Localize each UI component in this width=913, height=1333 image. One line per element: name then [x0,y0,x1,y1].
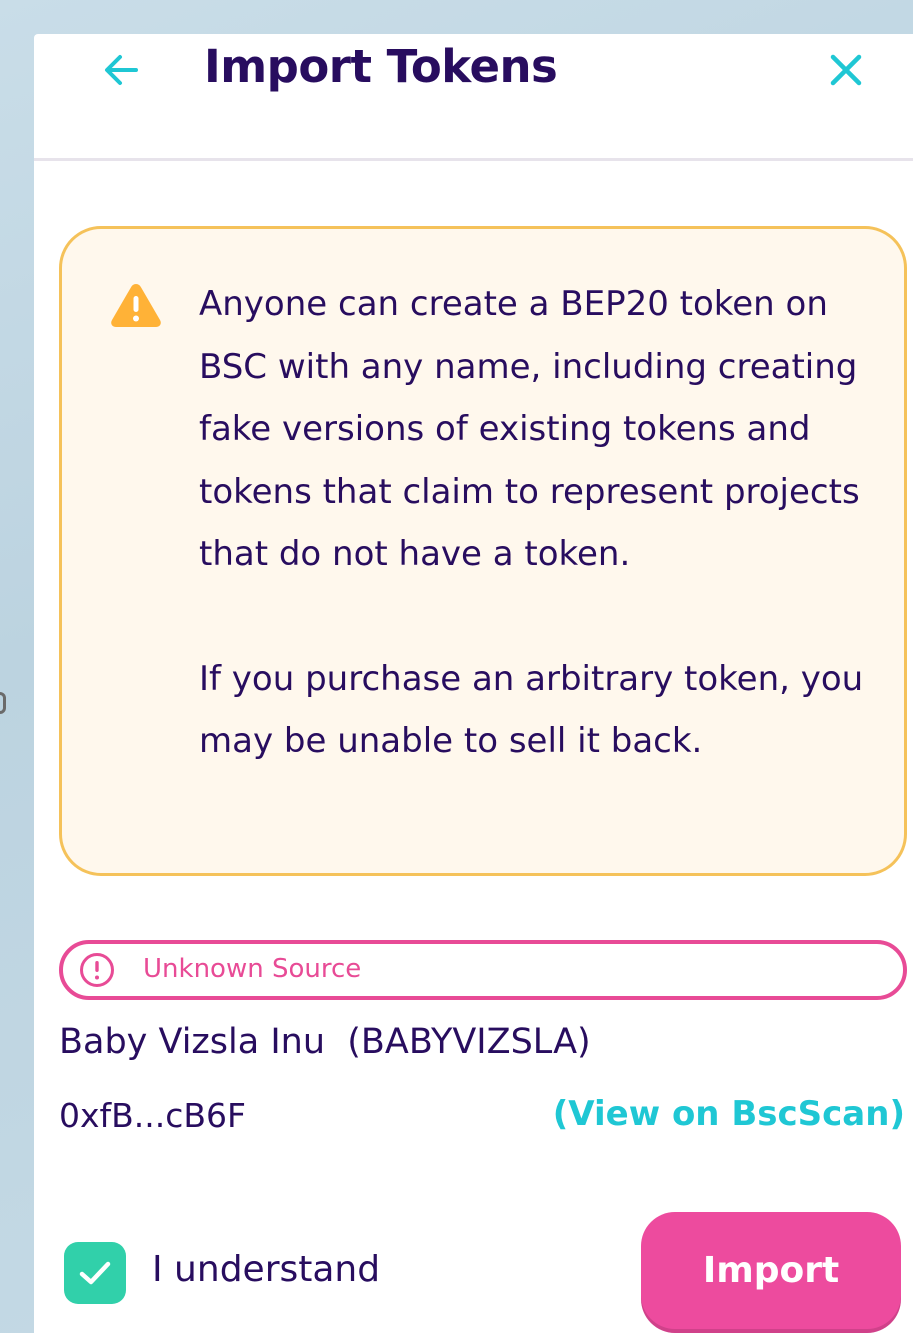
understand-checkbox[interactable] [64,1242,126,1304]
warning-triangle-icon [111,284,161,327]
token-name: Baby Vizsla Inu (BABYVIZSLA) [59,1022,591,1062]
source-label: Unknown Source [143,954,362,984]
token-address: 0xfB...cB6F [59,1096,247,1135]
understand-label: I understand [152,1249,381,1290]
import-button-label: Import [702,1250,840,1291]
warning-paragraph-1: Anyone can create a BEP20 token on BSC w… [199,284,860,574]
warning-message: Anyone can create a BEP20 token on BSC w… [199,273,889,773]
modal-header: Import Tokens [34,34,913,161]
exclamation-circle-icon [80,953,114,987]
checkmark-icon [79,1261,111,1285]
import-button[interactable]: Import [641,1212,901,1333]
arrow-left-icon [105,55,138,85]
unknown-source-badge: Unknown Source [59,940,907,1000]
close-button[interactable] [824,48,868,92]
view-on-bscscan-link[interactable]: (View on BscScan) [553,1094,905,1134]
close-icon [830,54,862,86]
background-edge-mark [0,692,6,714]
import-tokens-modal: Import Tokens Anyone can create a BEP20 … [34,34,913,1333]
back-button[interactable] [100,48,144,92]
scam-warning-box: Anyone can create a BEP20 token on BSC w… [59,226,907,876]
warning-paragraph-2: If you purchase an arbitrary token, you … [199,658,864,762]
page-title: Import Tokens [204,40,558,93]
